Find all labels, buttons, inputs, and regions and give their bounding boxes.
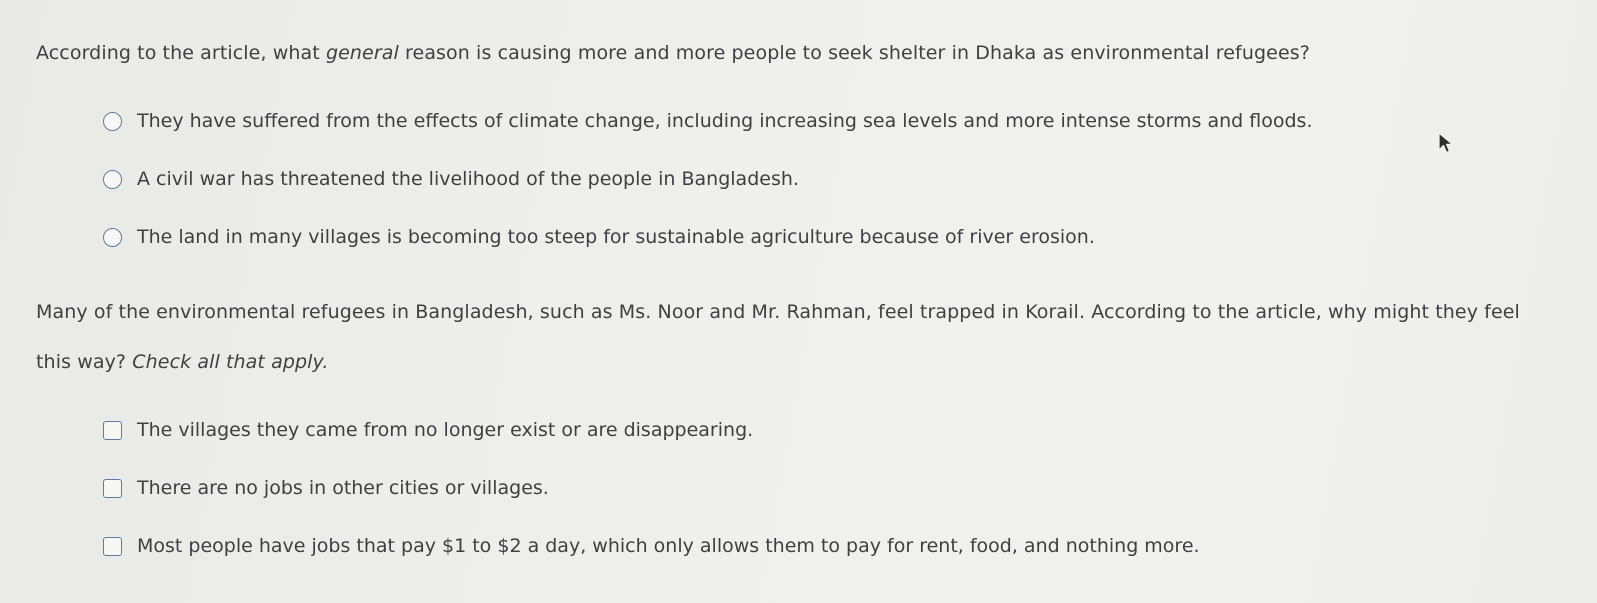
option-label: A civil war has threatened the livelihoo… [137,168,799,190]
question-1-prompt-end: reason is causing more and more people t… [398,42,1310,64]
question-2-option-1[interactable]: The villages they came from no longer ex… [103,415,753,445]
question-1-option-3[interactable]: The land in many villages is becoming to… [103,222,1095,252]
radio-button-icon[interactable] [103,111,122,131]
question-2-prompt: Many of the environmental refugees in Ba… [36,287,1536,387]
radio-button-icon[interactable] [103,227,122,247]
checkbox-icon[interactable] [103,536,122,556]
radio-button-icon[interactable] [103,169,122,189]
question-2-instruction: Check all that apply. [132,351,329,373]
question-1-option-1[interactable]: They have suffered from the effects of c… [103,106,1313,136]
option-label: Most people have jobs that pay $1 to $2 … [137,535,1200,557]
question-1-prompt-emphasis: general [325,42,399,64]
question-2-option-2[interactable]: There are no jobs in other cities or vil… [103,473,549,503]
option-label: The villages they came from no longer ex… [137,419,754,441]
checkbox-icon[interactable] [103,420,122,440]
option-label: They have suffered from the effects of c… [137,110,1313,132]
option-label: The land in many villages is becoming to… [137,226,1095,248]
checkbox-icon[interactable] [103,478,122,498]
question-1-prompt-start: According to the article, what [36,42,326,64]
question-1-prompt: According to the article, what general r… [36,28,1310,78]
question-2-option-3[interactable]: Most people have jobs that pay $1 to $2 … [103,531,1200,561]
mouse-pointer-icon [1437,131,1455,159]
question-1-option-2[interactable]: A civil war has threatened the livelihoo… [103,164,799,194]
option-label: There are no jobs in other cities or vil… [137,477,549,499]
